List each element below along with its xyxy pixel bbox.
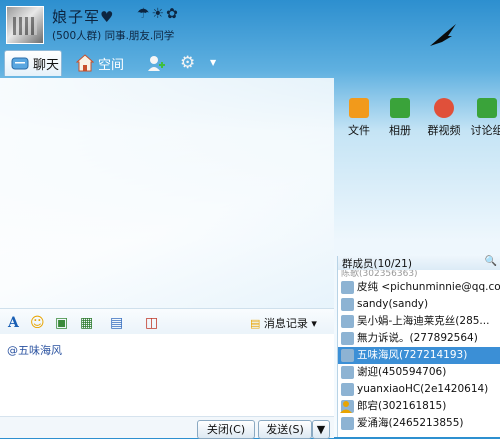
font-icon[interactable]: A — [8, 315, 19, 331]
format-toolbar: A ☺ ▣ ▦ ▤ ◫ ▤ 消息记录 ▾ — [0, 308, 334, 335]
chat-bubble-icon — [11, 55, 29, 73]
weather-icons: ☂☀✿ — [137, 6, 180, 22]
tab-space[interactable]: 空间 — [76, 50, 124, 76]
member-list-header: 群成员(10/21) 🔍 — [338, 256, 500, 270]
app-discussion-label: 讨论组 — [471, 124, 500, 137]
list-item[interactable]: 爱涌海(2465213855) — [338, 415, 500, 432]
screenshot-icon[interactable]: ▤ — [110, 315, 123, 331]
shake-window-icon[interactable]: ▣ — [55, 315, 68, 331]
video-call-icon — [434, 98, 454, 118]
message-input[interactable]: @五味海风 — [0, 334, 334, 416]
folder-icon — [349, 98, 369, 118]
app-album-label: 相册 — [389, 124, 411, 137]
avatar — [341, 417, 354, 430]
avatar — [341, 349, 354, 362]
add-member-icon[interactable] — [146, 53, 166, 73]
close-button[interactable]: 关闭(C) — [197, 420, 255, 439]
list-item[interactable]: sandy(sandy) — [338, 296, 500, 313]
app-panel: 文件 相册 群视频 讨论组 — [337, 88, 500, 256]
tab-space-label: 空间 — [98, 54, 124, 73]
avatar — [341, 332, 354, 345]
input-mention-text: @五味海风 — [7, 342, 62, 358]
app-video[interactable]: 群视频 — [422, 98, 466, 138]
tab-chat-label: 聊天 — [33, 54, 59, 73]
app-video-label: 群视频 — [428, 124, 461, 137]
history-icon: ▤ — [250, 317, 260, 330]
tab-chat[interactable]: 聊天 — [4, 50, 62, 76]
list-item[interactable]: 無力诉说。(277892564) — [338, 330, 500, 347]
app-album[interactable]: 相册 — [378, 98, 422, 138]
photo-album-icon — [390, 98, 410, 118]
window-header: 娘子军♥ ☂☀✿ (500人群) 同事.朋友.同学 — [0, 0, 500, 48]
message-history-pane[interactable] — [0, 78, 334, 308]
avatar — [341, 366, 354, 379]
avatar — [341, 281, 354, 294]
group-subtitle: (500人群) 同事.朋友.同学 — [52, 28, 174, 43]
avatar — [341, 315, 354, 328]
list-item[interactable]: 吴小娟-上海迪莱克丝(285... — [338, 313, 500, 330]
home-icon — [76, 54, 94, 72]
send-image-icon[interactable]: ▦ — [80, 315, 93, 331]
list-item[interactable]: yuanxiaoHC(2e1420614) — [338, 381, 500, 398]
message-history-button[interactable]: ▤ 消息记录 ▾ — [250, 315, 317, 331]
list-item[interactable]: 陈歌(302356363) — [338, 270, 500, 279]
avatar — [341, 383, 354, 396]
group-avatar[interactable] — [6, 6, 44, 44]
search-icon[interactable]: 🔍 — [485, 256, 497, 267]
voice-icon[interactable]: ◫ — [145, 315, 158, 331]
bottom-bar: 关闭(C) 发送(S) ▼ — [0, 416, 334, 438]
settings-gear-icon[interactable]: ⚙ — [180, 53, 195, 73]
list-item[interactable]: 皮纯 <pichunminnie@qq.com> — [338, 279, 500, 296]
list-item[interactable]: 郎宕(302161815) — [338, 398, 500, 415]
member-list: 群成员(10/21) 🔍 陈歌(302356363) 皮纯 <pichunmin… — [337, 256, 500, 437]
discussion-icon — [477, 98, 497, 118]
list-item-selected[interactable]: 五味海风(727214193) — [338, 347, 500, 364]
avatar — [341, 298, 354, 311]
list-item[interactable]: 谢迎(450594706) — [338, 364, 500, 381]
settings-dropdown-icon[interactable]: ▼ — [210, 58, 216, 67]
toolbar: 聊天 空间 — [0, 48, 500, 78]
app-discussion[interactable]: 讨论组 — [465, 98, 500, 138]
member-user-icon — [339, 399, 353, 413]
group-name: 娘子军♥ — [52, 6, 114, 27]
send-options-dropdown[interactable]: ▼ — [312, 420, 330, 439]
app-file-label: 文件 — [348, 124, 370, 137]
send-button[interactable]: 发送(S) — [258, 420, 312, 439]
app-file[interactable]: 文件 — [337, 98, 381, 138]
emoji-icon[interactable]: ☺ — [30, 315, 45, 331]
